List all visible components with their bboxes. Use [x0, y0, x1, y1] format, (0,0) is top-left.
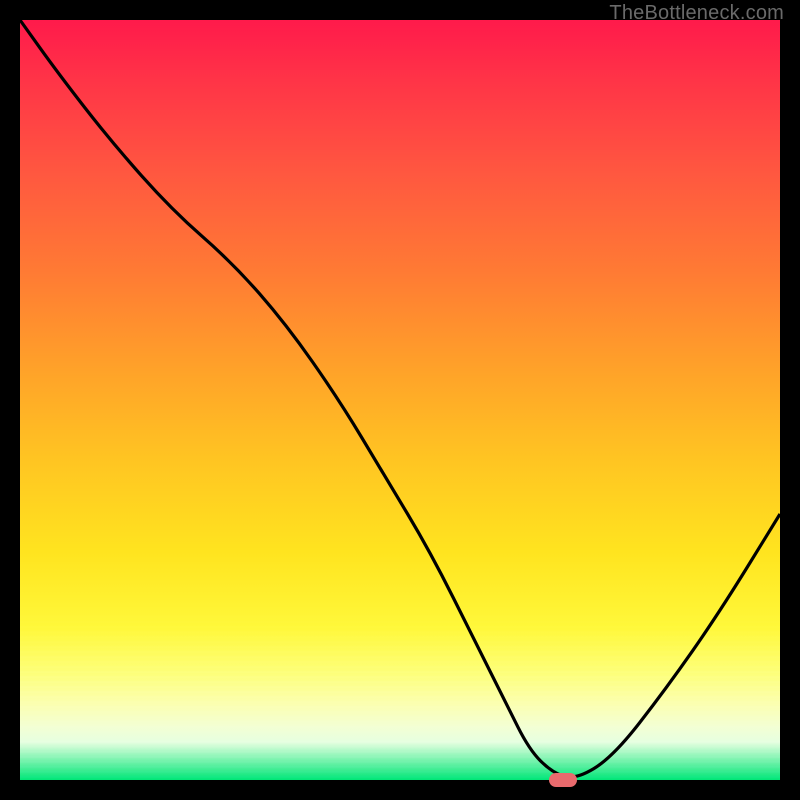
chart-curve-svg	[20, 20, 780, 780]
chart-frame	[20, 20, 780, 780]
bottleneck-curve	[20, 20, 780, 777]
optimal-point-marker	[549, 773, 577, 787]
